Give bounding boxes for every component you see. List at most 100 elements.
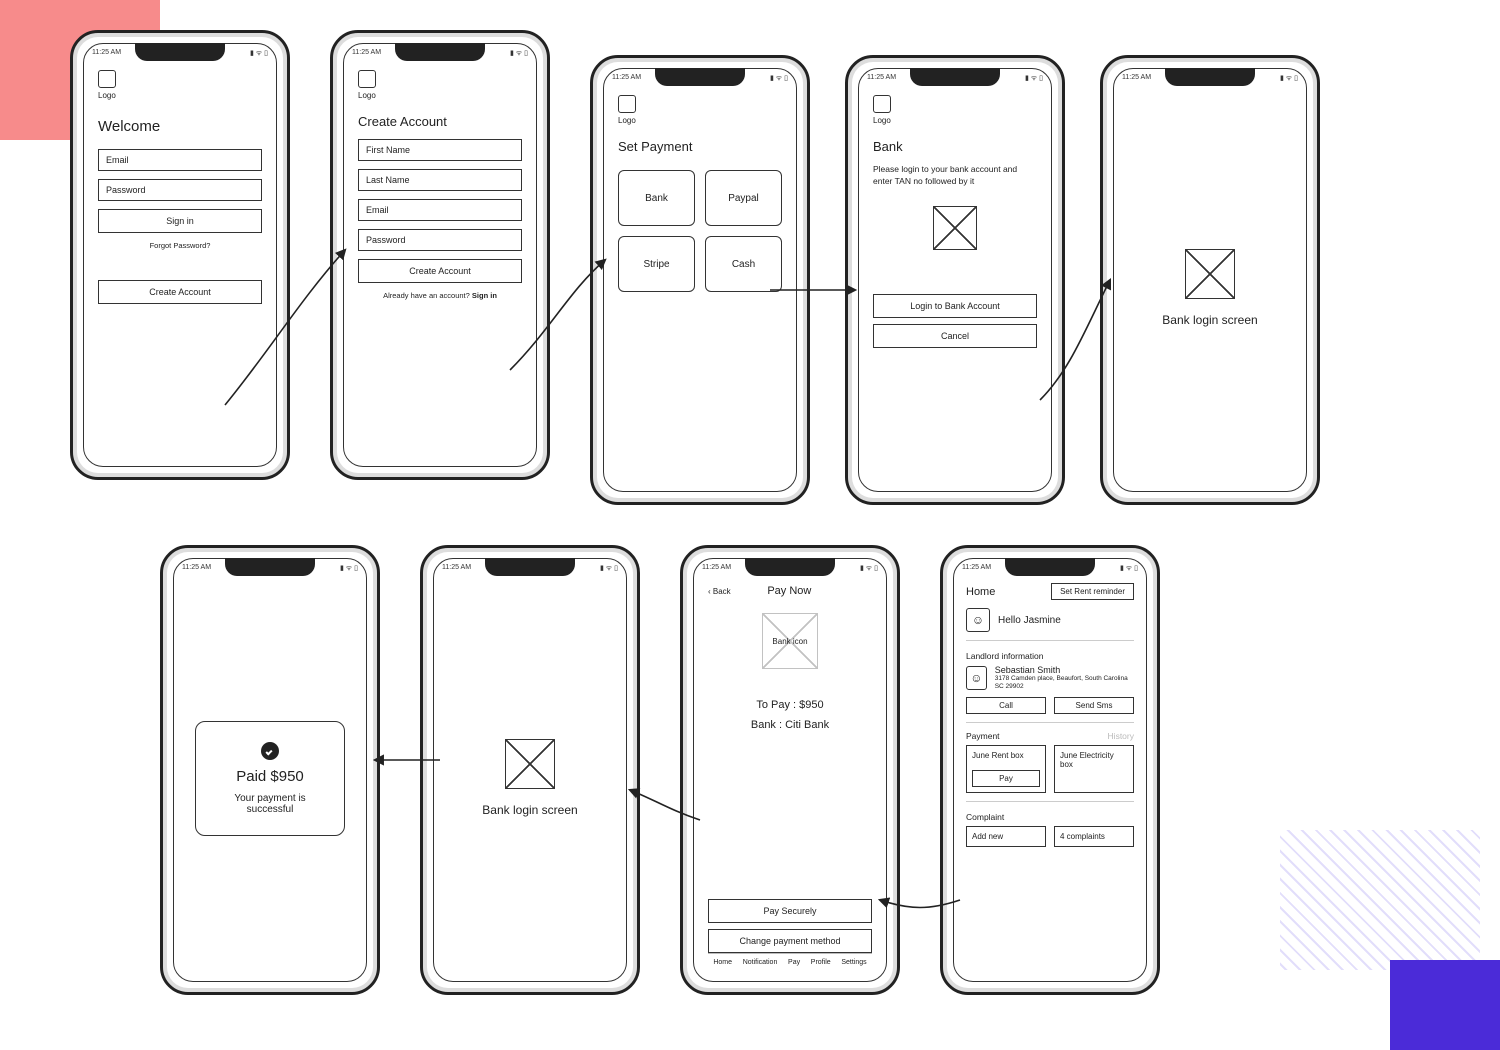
password-field[interactable]: Password	[98, 179, 262, 201]
set-rent-reminder-button[interactable]: Set Rent reminder	[1051, 583, 1134, 600]
image-placeholder-icon	[1185, 249, 1235, 299]
phone-home: 11:25 AM ▮ ᯤ ▯ Home Set Rent reminder ☺ …	[940, 545, 1160, 995]
create-account-button[interactable]: Create Account	[98, 280, 262, 304]
tab-settings[interactable]: Settings	[841, 959, 866, 966]
payment-option-bank[interactable]: Bank	[618, 170, 695, 226]
status-icons: ▮ ᯤ ▯	[340, 564, 358, 575]
password-field[interactable]: Password	[358, 229, 522, 251]
logo-label: Logo	[873, 116, 1037, 125]
phone-notch	[655, 68, 745, 86]
phone-notch	[135, 43, 225, 61]
create-account-button[interactable]: Create Account	[358, 259, 522, 283]
landlord-section-label: Landlord information	[966, 651, 1134, 661]
change-payment-button[interactable]: Change payment method	[708, 929, 872, 953]
login-bank-button[interactable]: Login to Bank Account	[873, 294, 1037, 318]
phone-notch	[1005, 558, 1095, 576]
page-title: Home	[966, 586, 995, 598]
bank-instruction: Please login to your bank account and en…	[873, 164, 1037, 188]
user-avatar-icon: ☺	[966, 608, 990, 632]
payment-option-stripe[interactable]: Stripe	[618, 236, 695, 292]
page-title: Set Payment	[618, 139, 782, 154]
check-circle-icon	[261, 742, 279, 760]
phone-bank: 11:25 AM ▮ ᯤ ▯ Logo Bank Please login to…	[845, 55, 1065, 505]
status-time: 11:25 AM	[442, 564, 471, 575]
phone-bank-login: 11:25 AM ▮ ᯤ ▯ Bank login screen	[1100, 55, 1320, 505]
logo-icon	[618, 95, 636, 113]
page-title: Welcome	[98, 118, 262, 135]
phone-create-account: 11:25 AM ▮ ᯤ ▯ Logo Create Account First…	[330, 30, 550, 480]
landlord-address: 3178 Camden place, Beaufort, South Carol…	[995, 675, 1134, 691]
status-icons: ▮ ᯤ ▯	[510, 49, 528, 60]
paid-sub: Your payment is successful	[210, 793, 330, 815]
cancel-button[interactable]: Cancel	[873, 324, 1037, 348]
signin-link[interactable]: Sign in	[472, 291, 497, 300]
phone-notch	[745, 558, 835, 576]
add-complaint-button[interactable]: Add new	[966, 826, 1046, 847]
back-button[interactable]: ‹ Back	[708, 587, 731, 596]
phone-notch	[1165, 68, 1255, 86]
phone-set-payment: 11:25 AM ▮ ᯤ ▯ Logo Set Payment Bank Pay…	[590, 55, 810, 505]
status-time: 11:25 AM	[352, 49, 381, 60]
landlord-name: Sebastian Smith	[995, 665, 1134, 675]
email-field[interactable]: Email	[358, 199, 522, 221]
pay-button[interactable]: Pay	[972, 770, 1040, 787]
logo-icon	[98, 70, 116, 88]
phone-notch	[225, 558, 315, 576]
pay-securely-button[interactable]: Pay Securely	[708, 899, 872, 923]
phone-notch	[910, 68, 1000, 86]
logo-label: Logo	[618, 116, 782, 125]
email-field[interactable]: Email	[98, 149, 262, 171]
status-time: 11:25 AM	[702, 564, 731, 575]
complaint-count-box[interactable]: 4 complaints	[1054, 826, 1134, 847]
phone-bank-login-2: 11:25 AM ▮ ᯤ ▯ Bank login screen	[420, 545, 640, 995]
phone-pay-now: 11:25 AM ▮ ᯤ ▯ ‹ Back Pay Now Bank icon …	[680, 545, 900, 995]
signin-button[interactable]: Sign in	[98, 209, 262, 233]
bank-icon-label: Bank icon	[762, 613, 818, 669]
history-link[interactable]: History	[1108, 731, 1134, 741]
status-icons: ▮ ᯤ ▯	[1120, 564, 1138, 575]
tab-notification[interactable]: Notification	[743, 959, 778, 966]
tab-profile[interactable]: Profile	[811, 959, 831, 966]
page-title: Pay Now	[767, 585, 811, 597]
status-icons: ▮ ᯤ ▯	[1025, 74, 1043, 85]
success-card: Paid $950 Your payment is successful	[195, 721, 345, 836]
phone-paid-success: 11:25 AM ▮ ᯤ ▯ Paid $950 Your payment is…	[160, 545, 380, 995]
status-icons: ▮ ᯤ ▯	[770, 74, 788, 85]
send-sms-button[interactable]: Send Sms	[1054, 697, 1134, 714]
status-icons: ▮ ᯤ ▯	[860, 564, 878, 575]
bank-login-caption: Bank login screen	[482, 803, 577, 817]
already-have-account: Already have an account? Sign in	[358, 291, 522, 300]
forgot-password-link[interactable]: Forgot Password?	[98, 241, 262, 250]
status-time: 11:25 AM	[867, 74, 896, 85]
status-time: 11:25 AM	[182, 564, 211, 575]
bank-name: Bank : Citi Bank	[708, 719, 872, 731]
tab-home[interactable]: Home	[713, 959, 732, 966]
payment-section-label: Payment	[966, 731, 1000, 741]
bank-login-caption: Bank login screen	[1162, 313, 1257, 327]
payment-option-cash[interactable]: Cash	[705, 236, 782, 292]
logo-icon	[358, 70, 376, 88]
logo-icon	[873, 95, 891, 113]
status-icons: ▮ ᯤ ▯	[600, 564, 618, 575]
paid-amount: Paid $950	[210, 768, 330, 785]
to-pay-amount: To Pay : $950	[708, 699, 872, 711]
wireframe-canvas: 11:25 AM ▮ ᯤ ▯ Logo Welcome Email Passwo…	[0, 0, 1500, 1050]
landlord-avatar-icon: ☺	[966, 666, 987, 690]
last-name-field[interactable]: Last Name	[358, 169, 522, 191]
status-time: 11:25 AM	[92, 49, 121, 60]
payment-option-paypal[interactable]: Paypal	[705, 170, 782, 226]
first-name-field[interactable]: First Name	[358, 139, 522, 161]
bottom-tab-bar: Home Notification Pay Profile Settings	[708, 953, 872, 971]
phone-notch	[485, 558, 575, 576]
logo-label: Logo	[358, 91, 522, 100]
phone-welcome: 11:25 AM ▮ ᯤ ▯ Logo Welcome Email Passwo…	[70, 30, 290, 480]
june-electricity-box: June Electricity box	[1054, 745, 1134, 793]
status-time: 11:25 AM	[1122, 74, 1151, 85]
status-icons: ▮ ᯤ ▯	[1280, 74, 1298, 85]
greeting: Hello Jasmine	[998, 615, 1061, 626]
status-time: 11:25 AM	[962, 564, 991, 575]
call-button[interactable]: Call	[966, 697, 1046, 714]
bank-image-placeholder	[933, 206, 977, 250]
page-title: Create Account	[358, 114, 522, 129]
tab-pay[interactable]: Pay	[788, 959, 800, 966]
